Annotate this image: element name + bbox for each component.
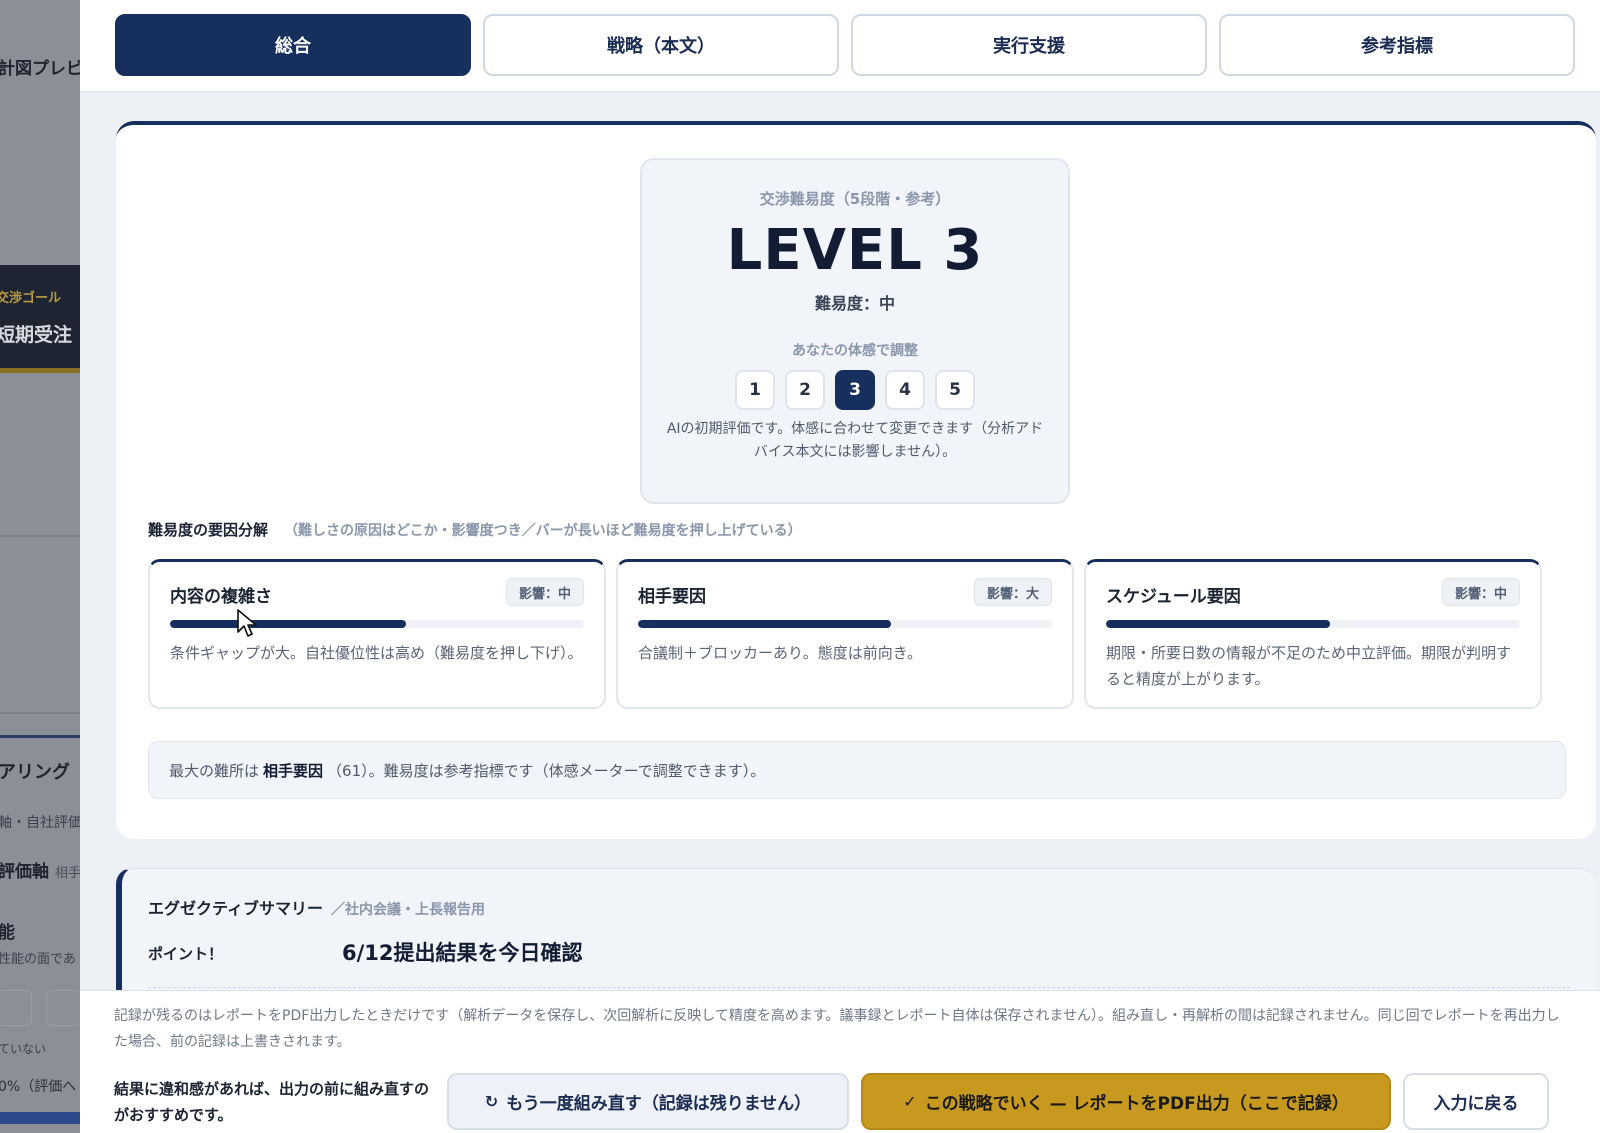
action-footer: 記録が残るのはレポートをPDF出力したときだけです（解析データを保存し、次回解析… [80, 990, 1600, 1133]
adjust-label: あなたの体感で調整 [792, 343, 918, 359]
bg-box [46, 990, 80, 1026]
level-caption: 交渉難易度（5段階・参考） [759, 190, 951, 208]
record-note: 記録が残るのはレポートをPDF出力したときだけです（解析データを保存し、次回解析… [114, 1008, 1560, 1050]
result-modal: 総合 戦略（本文） 実行支援 参考指標 交渉難易度（5段階・参考） LEVEL … [80, 0, 1600, 1133]
bg-goal-label: 交渉ゴール [0, 291, 62, 306]
factor-desc: 期限・所要日数の情報が不足のため中立評価。期限が判明すると精度が上がります。 [1106, 644, 1512, 688]
factor-card-complexity: 内容の複雑さ 影響：中 条件ギャップが大。自社優位性は高め（難易度を押し下げ）。 [148, 559, 606, 709]
exec-point-value: 6/12提出結果を今日確認 [342, 941, 583, 965]
exec-title-sub: ／社内会議・上長報告用 [331, 902, 486, 918]
bg-function: 能 [0, 923, 15, 943]
bg-eval-axis: 評価軸 相手 [0, 857, 80, 882]
exec-divider [148, 987, 1570, 988]
bg-hearing: アリング [0, 762, 70, 783]
factor-title: 相手要因 [638, 587, 706, 607]
factor-heading: 難易度の要因分解 （難しさの原因はどこか・影響度つき／バーが長いほど難易度を押し上… [148, 519, 802, 540]
factor-desc: 条件ギャップが大。自社優位性は高め（難易度を押し下げ）。 [170, 644, 583, 662]
factor-title: スケジュール要因 [1106, 587, 1241, 607]
factor-bar-track [1106, 620, 1520, 628]
impact-badge: 影響：大 [973, 578, 1052, 606]
bg-divider [0, 712, 80, 714]
tab-reference-metrics[interactable]: 参考指標 [1219, 14, 1575, 76]
level-value: LEVEL 3 [726, 218, 984, 283]
bg-function-sub: 性能の面であ [0, 952, 76, 967]
factor-heading-sub: （難しさの原因はどこか・影響度つき／バーが長いほど難易度を押し上げている） [284, 523, 802, 539]
factor-title: 内容の複雑さ [170, 587, 272, 607]
bg-eval-axis-label: 評価軸 [0, 862, 49, 882]
level-step-2[interactable]: 2 [785, 370, 825, 410]
level-step-1[interactable]: 1 [735, 370, 775, 410]
factor-card-counterpart: 相手要因 影響：大 合議制＋ブロッカーあり。態度は前向き。 [616, 559, 1074, 709]
factor-bar-track [638, 620, 1052, 628]
bg-goal-value: 短期受注 [0, 324, 73, 346]
level-sub: 難易度：中 [814, 294, 895, 313]
exec-title: エグゼクティブサマリー ／社内会議・上長報告用 [148, 895, 485, 919]
impact-badge: 影響：中 [505, 578, 584, 606]
bg-accent-line [0, 735, 80, 738]
exec-title-main: エグゼクティブサマリー [148, 899, 324, 918]
back-to-input-button[interactable]: 入力に戻る [1403, 1073, 1549, 1130]
export-pdf-button-label: この戦略でいく — レポートをPDF出力（ここで記録） [924, 1094, 1349, 1114]
bg-axis-text: 軸・自社評価 [0, 815, 80, 831]
background-page: 計図プレビ 交渉ゴール 短期受注 アリング 軸・自社評価 評価軸 相手 能 性能の… [0, 0, 80, 1133]
check-icon: ✓ [903, 1092, 917, 1111]
tab-bar: 総合 戦略（本文） 実行支援 参考指標 [80, 0, 1600, 92]
rebuild-button[interactable]: ↻ もう一度組み直す（記録は残りません） [447, 1073, 849, 1130]
factor-bar-fill [1106, 620, 1330, 628]
level-step-4[interactable]: 4 [885, 370, 925, 410]
impact-badge: 影響：中 [1441, 578, 1520, 606]
level-note: AIの初期評価です。体感に合わせて変更できます（分析アドバイス本文には影響しませ… [666, 421, 1044, 460]
level-step-5[interactable]: 5 [935, 370, 975, 410]
level-stepper: 1 2 3 4 5 [642, 370, 1068, 410]
bg-goal-banner: 交渉ゴール 短期受注 [0, 265, 80, 373]
bg-not-yet: ていない [0, 1042, 47, 1056]
factor-desc: 合議制＋ブロッカーあり。態度は前向き。 [638, 644, 922, 662]
level-box: 交渉難易度（5段階・参考） LEVEL 3 難易度：中 あなたの体感で調整 1 … [640, 158, 1070, 504]
tab-execution-support[interactable]: 実行支援 [851, 14, 1207, 76]
factor-bar-fill [638, 620, 891, 628]
bg-eval-axis-sub: 相手 [55, 866, 80, 881]
refresh-icon: ↻ [484, 1092, 499, 1111]
factor-bar-track [170, 620, 584, 628]
bg-divider [0, 535, 80, 537]
rebuild-button-label: もう一度組み直す（記録は残りません） [506, 1094, 812, 1114]
bg-box [0, 990, 32, 1026]
summary-suffix: （61）。難易度は参考指標です（体感メーターで調整できます）。 [327, 761, 766, 780]
factor-heading-title: 難易度の要因分解 [148, 521, 269, 539]
tab-overview[interactable]: 総合 [115, 14, 471, 76]
tab-strategy[interactable]: 戦略（本文） [483, 14, 839, 76]
bg-percent: 0%（評価へ [0, 1079, 77, 1095]
difficulty-summary: 最大の難所は 相手要因 （61）。難易度は参考指標です（体感メーターで調整できます）… [148, 741, 1566, 799]
difficulty-card: 交渉難易度（5段階・参考） LEVEL 3 難易度：中 あなたの体感で調整 1 … [116, 121, 1596, 839]
mouse-cursor-icon [237, 609, 257, 637]
factor-card-schedule: スケジュール要因 影響：中 期限・所要日数の情報が不足のため中立評価。期限が判明… [1084, 559, 1542, 709]
level-step-3[interactable]: 3 [835, 370, 875, 410]
rebuild-hint: 結果に違和感があれば、出力の前に組み直すのがおすすめです。 [114, 1080, 430, 1124]
export-pdf-button[interactable]: ✓ この戦略でいく — レポートをPDF出力（ここで記録） [861, 1073, 1391, 1130]
bg-bottom-bar [0, 1112, 80, 1124]
bg-preview-title: 計図プレビ [0, 59, 80, 79]
factor-bar-fill [170, 620, 406, 628]
summary-prefix: 最大の難所は [169, 761, 260, 780]
exec-point-label: ポイント！ [148, 945, 224, 963]
summary-highlight: 相手要因 [263, 761, 324, 780]
